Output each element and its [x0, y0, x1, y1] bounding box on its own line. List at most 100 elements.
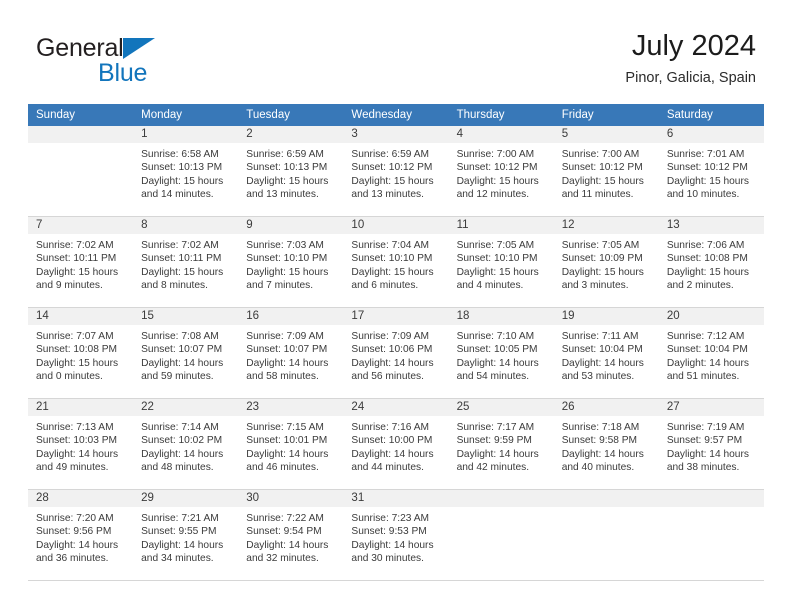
day-number: 25: [448, 399, 554, 416]
day-sunrise-text: Sunrise: 6:59 AM: [351, 149, 430, 160]
day-cell-inner: 3 Sunrise: 6:59 AM Sunset: 10:12 PM Dayligh…: [343, 126, 449, 216]
day-daylight-text: and 48 minutes.: [141, 462, 214, 474]
day-details: Sunrise: 7:02 AM Sunset: 10:11 PM Daylight…: [133, 234, 238, 293]
day-daylight-text: and 38 minutes.: [666, 462, 740, 474]
day-sunrise-text: Sunrise: 7:12 AM: [666, 331, 745, 342]
day-sunrise-text: Sunrise: 7:01 AM: [666, 149, 745, 160]
calendar-day-cell[interactable]: 10 Sunrise: 7:04 AM Sunset: 10:10 PM Daylig…: [343, 216, 449, 308]
calendar-day-cell[interactable]: 24 Sunrise: 7:16 AM Sunset: 10:00 PM Daylig…: [343, 398, 449, 490]
calendar-day-cell[interactable]: 2 Sunrise: 6:59 AM Sunset: 10:13 PM Dayligh…: [238, 126, 344, 217]
calendar-day-cell[interactable]: 16 Sunrise: 7:09 AM Sunset: 10:07 PM Daylig…: [238, 307, 344, 399]
day-sunset-text: Sunset: 10:04 PM: [561, 344, 643, 356]
calendar-day-cell[interactable]: 1 Sunrise: 6:58 AM Sunset: 10:13 PM Dayligh…: [133, 126, 239, 217]
day-daylight-text: Daylight: 15 hours: [456, 266, 539, 278]
calendar-day-cell[interactable]: 14 Sunrise: 7:07 AM Sunset: 10:08 PM Daylig…: [28, 307, 134, 399]
calendar-day-cell[interactable]: 23 Sunrise: 7:15 AM Sunset: 10:01 PM Daylig…: [238, 398, 344, 490]
calendar-cell-empty: [28, 126, 134, 217]
calendar-day-cell[interactable]: 26 Sunrise: 7:18 AM Sunset: 9:58 PM Dayligh…: [553, 398, 659, 490]
day-daylight-text: Daylight: 14 hours: [351, 357, 434, 369]
calendar-day-cell[interactable]: 22 Sunrise: 7:14 AM Sunset: 10:02 PM Daylig…: [133, 398, 239, 490]
day-number: 26: [553, 399, 659, 416]
day-daylight-text: Daylight: 15 hours: [666, 175, 749, 187]
day-cell-inner: 5 Sunrise: 7:00 AM Sunset: 10:12 PM Dayligh…: [553, 126, 659, 216]
calendar-day-cell[interactable]: 15 Sunrise: 7:08 AM Sunset: 10:07 PM Daylig…: [133, 307, 239, 399]
calendar-day-cell[interactable]: 17 Sunrise: 7:09 AM Sunset: 10:06 PM Daylig…: [343, 307, 449, 399]
day-sunrise-text: Sunrise: 7:21 AM: [141, 513, 219, 524]
calendar-day-cell[interactable]: 7 Sunrise: 7:02 AM Sunset: 10:11 PM Dayligh…: [28, 216, 134, 308]
calendar-day-cell[interactable]: 31 Sunrise: 7:23 AM Sunset: 9:53 PM Dayligh…: [343, 489, 449, 581]
day-daylight-text: Daylight: 14 hours: [36, 448, 119, 460]
calendar-day-cell[interactable]: 18 Sunrise: 7:10 AM Sunset: 10:05 PM Daylig…: [448, 307, 554, 399]
day-sunset-text: Sunset: 10:03 PM: [36, 435, 117, 447]
day-details: Sunrise: 7:01 AM Sunset: 10:12 PM Daylight…: [659, 143, 764, 202]
calendar-day-cell[interactable]: 9 Sunrise: 7:03 AM Sunset: 10:10 PM Dayligh…: [238, 216, 344, 308]
day-cell-inner: 23 Sunrise: 7:15 AM Sunset: 10:01 PM Daylig…: [238, 399, 344, 489]
calendar-day-cell[interactable]: 20 Sunrise: 7:12 AM Sunset: 10:04 PM Daylig…: [658, 307, 764, 399]
day-number: [553, 490, 659, 507]
calendar-day-cell[interactable]: 13 Sunrise: 7:06 AM Sunset: 10:08 PM Daylig…: [658, 216, 764, 308]
day-sunset-text: Sunset: 9:55 PM: [141, 526, 217, 538]
day-cell-inner: 4 Sunrise: 7:00 AM Sunset: 10:12 PM Dayligh…: [448, 126, 554, 216]
day-number: 24: [343, 399, 449, 416]
calendar-day-cell[interactable]: 5 Sunrise: 7:00 AM Sunset: 10:12 PM Dayligh…: [553, 126, 659, 217]
general-blue-logo[interactable]: General Blue: [36, 34, 226, 90]
day-daylight-text: Daylight: 14 hours: [456, 448, 539, 460]
day-sunrise-text: Sunrise: 7:07 AM: [36, 331, 114, 342]
day-sunset-text: Sunset: 9:54 PM: [246, 526, 322, 538]
day-daylight-text: and 12 minutes.: [456, 189, 530, 201]
weekday-header-tuesday: Tuesday: [238, 104, 344, 126]
calendar-day-cell[interactable]: 8 Sunrise: 7:02 AM Sunset: 10:11 PM Dayligh…: [133, 216, 239, 308]
day-details: Sunrise: 7:06 AM Sunset: 10:08 PM Daylight…: [659, 234, 764, 293]
day-sunset-text: Sunset: 10:13 PM: [246, 162, 328, 174]
day-details: Sunrise: 7:12 AM Sunset: 10:04 PM Daylight…: [659, 325, 764, 384]
calendar-week-row: 7 Sunrise: 7:02 AM Sunset: 10:11 PM Dayligh…: [28, 216, 764, 308]
day-details: Sunrise: 7:21 AM Sunset: 9:55 PM Daylight:…: [133, 507, 238, 566]
day-sunrise-text: Sunrise: 7:00 AM: [561, 149, 640, 160]
calendar-day-cell[interactable]: 6 Sunrise: 7:01 AM Sunset: 10:12 PM Dayligh…: [658, 126, 764, 217]
calendar-week-row: 21 Sunrise: 7:13 AM Sunset: 10:03 PM Daylig…: [28, 398, 764, 490]
day-daylight-text: Daylight: 15 hours: [351, 266, 434, 278]
day-daylight-text: and 44 minutes.: [351, 462, 424, 474]
day-sunset-text: Sunset: 10:10 PM: [246, 253, 328, 265]
calendar-day-cell[interactable]: 29 Sunrise: 7:21 AM Sunset: 9:55 PM Dayligh…: [133, 489, 239, 581]
calendar-body: 1 Sunrise: 6:58 AM Sunset: 10:13 PM Dayligh…: [28, 126, 764, 581]
day-daylight-text: Daylight: 14 hours: [141, 448, 224, 460]
day-sunset-text: Sunset: 10:05 PM: [456, 344, 538, 356]
weekday-header-friday: Friday: [553, 104, 659, 126]
calendar-day-cell[interactable]: 11 Sunrise: 7:05 AM Sunset: 10:10 PM Daylig…: [448, 216, 554, 308]
logo-word-general: General: [36, 34, 124, 62]
day-details: Sunrise: 7:00 AM Sunset: 10:12 PM Daylight…: [554, 143, 659, 202]
calendar-day-cell[interactable]: 28 Sunrise: 7:20 AM Sunset: 9:56 PM Dayligh…: [28, 489, 134, 581]
calendar-day-cell[interactable]: 3 Sunrise: 6:59 AM Sunset: 10:12 PM Dayligh…: [343, 126, 449, 217]
day-daylight-text: and 8 minutes.: [141, 280, 208, 292]
day-daylight-text: and 32 minutes.: [246, 553, 319, 565]
calendar-day-cell[interactable]: 30 Sunrise: 7:22 AM Sunset: 9:54 PM Dayligh…: [238, 489, 344, 581]
day-details: Sunrise: 6:58 AM Sunset: 10:13 PM Daylight…: [133, 143, 238, 202]
day-number: 4: [448, 126, 554, 143]
day-number: 3: [343, 126, 449, 143]
day-sunset-text: Sunset: 10:11 PM: [36, 253, 117, 265]
day-number: [658, 490, 764, 507]
day-details: Sunrise: 7:15 AM Sunset: 10:01 PM Daylight…: [238, 416, 343, 475]
day-sunrise-text: Sunrise: 7:05 AM: [561, 240, 640, 251]
calendar-day-cell[interactable]: 4 Sunrise: 7:00 AM Sunset: 10:12 PM Dayligh…: [448, 126, 554, 217]
day-cell-inner: 22 Sunrise: 7:14 AM Sunset: 10:02 PM Daylig…: [133, 399, 239, 489]
day-daylight-text: Daylight: 15 hours: [456, 175, 539, 187]
day-sunrise-text: Sunrise: 7:13 AM: [36, 422, 114, 433]
calendar-day-cell[interactable]: 12 Sunrise: 7:05 AM Sunset: 10:09 PM Daylig…: [553, 216, 659, 308]
day-number: 16: [238, 308, 344, 325]
calendar-cell-empty: [658, 489, 764, 581]
day-daylight-text: and 36 minutes.: [36, 553, 109, 565]
calendar-day-cell[interactable]: 25 Sunrise: 7:17 AM Sunset: 9:59 PM Dayligh…: [448, 398, 554, 490]
calendar-week-row: 14 Sunrise: 7:07 AM Sunset: 10:08 PM Daylig…: [28, 307, 764, 399]
day-daylight-text: Daylight: 14 hours: [666, 448, 749, 460]
day-sunset-text: Sunset: 9:53 PM: [351, 526, 427, 538]
calendar-day-cell[interactable]: 19 Sunrise: 7:11 AM Sunset: 10:04 PM Daylig…: [553, 307, 659, 399]
day-details: Sunrise: 7:16 AM Sunset: 10:00 PM Daylight…: [343, 416, 448, 475]
calendar-day-cell[interactable]: 27 Sunrise: 7:19 AM Sunset: 9:57 PM Dayligh…: [658, 398, 764, 490]
day-daylight-text: Daylight: 15 hours: [141, 175, 224, 187]
day-number: 29: [133, 490, 239, 507]
day-daylight-text: and 4 minutes.: [456, 280, 524, 292]
day-cell-inner: 6 Sunrise: 7:01 AM Sunset: 10:12 PM Dayligh…: [658, 126, 764, 216]
calendar-day-cell[interactable]: 21 Sunrise: 7:13 AM Sunset: 10:03 PM Daylig…: [28, 398, 134, 490]
